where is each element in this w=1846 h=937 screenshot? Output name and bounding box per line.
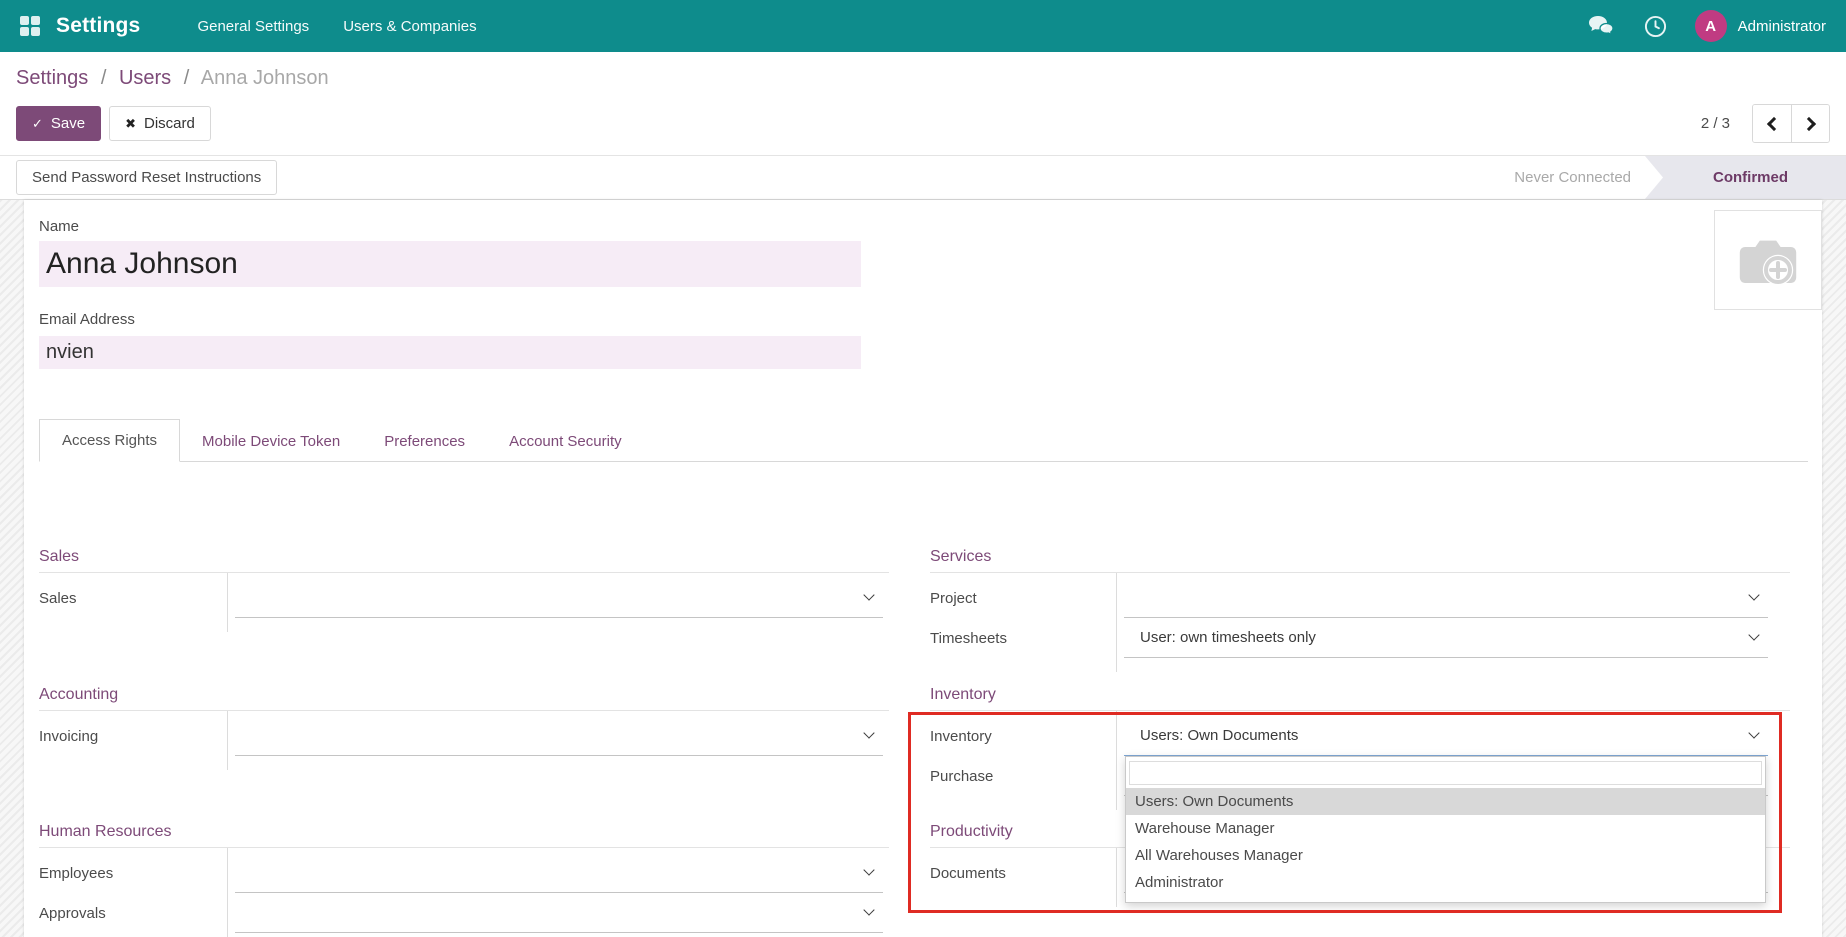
chevron-down-icon (863, 727, 874, 738)
chevron-down-icon (863, 864, 874, 875)
approvals-select[interactable] (235, 893, 883, 933)
camera-plus-icon (1735, 231, 1801, 289)
chevron-left-icon (1767, 116, 1781, 130)
form-sheet: Name Anna Johnson Email Address nvien Ac… (24, 200, 1822, 937)
inventory-select[interactable]: Users: Own Documents Users: Own Document… (1124, 716, 1768, 756)
dropdown-option-users-own-documents[interactable]: Users: Own Documents (1126, 788, 1765, 815)
activities-clock-icon[interactable] (1644, 15, 1667, 38)
x-icon: ✖ (125, 116, 136, 132)
section-sales: Sales Sales (39, 548, 889, 618)
user-menu[interactable]: A Administrator (1695, 10, 1826, 42)
name-input[interactable]: Anna Johnson (39, 241, 861, 287)
field-row: Invoicing (39, 716, 889, 756)
field-label-approvals: Approvals (39, 905, 227, 922)
dropdown-option-all-warehouses-manager[interactable]: All Warehouses Manager (1126, 842, 1765, 869)
field-label-inventory: Inventory (930, 728, 1116, 745)
project-select[interactable] (1124, 578, 1768, 618)
field-label-documents: Documents (930, 865, 1116, 882)
field-row: Project (930, 578, 1790, 618)
field-label-purchase: Purchase (930, 768, 1116, 785)
menu-item-users-companies[interactable]: Users & Companies (326, 2, 493, 51)
section-title-sales: Sales (39, 548, 889, 566)
field-row: Employees (39, 853, 889, 893)
menu-item-general-settings[interactable]: General Settings (180, 2, 326, 51)
user-name: Administrator (1738, 18, 1826, 35)
messages-icon[interactable] (1588, 15, 1614, 37)
section-human-resources: Human Resources Employees Approvals (39, 823, 889, 933)
dropdown-option-administrator[interactable]: Administrator (1126, 869, 1765, 896)
field-label-sales: Sales (39, 590, 227, 607)
section-title-accounting: Accounting (39, 686, 889, 704)
chevron-right-icon (1801, 116, 1815, 130)
chevron-down-icon (1748, 629, 1759, 640)
dropdown-option-warehouse-manager[interactable]: Warehouse Manager (1126, 815, 1765, 842)
discard-button[interactable]: ✖ Discard (109, 106, 211, 141)
invoicing-select[interactable] (235, 716, 883, 756)
inventory-dropdown: Users: Own Documents Warehouse Manager A… (1125, 756, 1766, 903)
control-panel: Settings / Users / Anna Johnson ✓ Save ✖… (0, 52, 1846, 155)
breadcrumb-link-users[interactable]: Users (119, 67, 171, 89)
email-label: Email Address (39, 311, 1808, 328)
sales-select[interactable] (235, 578, 883, 618)
app-title[interactable]: Settings (56, 14, 140, 38)
form-background: Name Anna Johnson Email Address nvien Ac… (0, 200, 1846, 937)
breadcrumb-separator: / (184, 67, 190, 89)
stage-never-connected[interactable]: Never Connected (1514, 156, 1645, 199)
apps-grid-icon[interactable] (20, 16, 40, 36)
field-row: Inventory Users: Own Documents Users (930, 716, 1790, 756)
field-label-timesheets: Timesheets (930, 630, 1116, 647)
save-button[interactable]: ✓ Save (16, 106, 101, 141)
section-accounting: Accounting Invoicing (39, 686, 889, 756)
tab-mobile-device-token[interactable]: Mobile Device Token (180, 421, 362, 462)
right-column: Services Project Timesheets User: own ti… (930, 548, 1790, 933)
chevron-down-icon (1748, 589, 1759, 600)
stage-confirmed[interactable]: Confirmed (1645, 156, 1846, 199)
tab-preferences[interactable]: Preferences (362, 421, 487, 462)
field-row: Approvals (39, 893, 889, 933)
field-label-project: Project (930, 590, 1116, 607)
pager-prev-button[interactable] (1753, 105, 1791, 142)
pager-count[interactable]: 2 / 3 (1701, 115, 1730, 132)
access-rights-content: Sales Sales Accounting (39, 548, 1808, 933)
left-column: Sales Sales Accounting (39, 548, 889, 933)
tab-access-rights[interactable]: Access Rights (39, 419, 180, 462)
field-row: Sales (39, 578, 889, 618)
section-inventory: Inventory Inventory Users: Own Documents (930, 686, 1790, 796)
send-password-reset-button[interactable]: Send Password Reset Instructions (16, 160, 277, 195)
section-title-services: Services (930, 548, 1790, 566)
statusbar: Never Connected Confirmed (1514, 156, 1846, 199)
section-title-inventory: Inventory (930, 686, 1790, 704)
dropdown-option-blank[interactable] (1129, 761, 1762, 785)
check-icon: ✓ (32, 116, 43, 132)
breadcrumb-link-settings[interactable]: Settings (16, 67, 88, 89)
breadcrumb: Settings / Users / Anna Johnson (16, 67, 1830, 90)
settings-user-form-page: Settings General Settings Users & Compan… (0, 0, 1846, 937)
pager: 2 / 3 (1701, 104, 1830, 143)
pager-next-button[interactable] (1791, 105, 1829, 142)
tab-account-security[interactable]: Account Security (487, 421, 644, 462)
action-status-row: Send Password Reset Instructions Never C… (0, 155, 1846, 200)
notebook-tabs: Access Rights Mobile Device Token Prefer… (39, 418, 1808, 462)
breadcrumb-separator: / (101, 67, 107, 89)
chevron-down-icon (863, 589, 874, 600)
employees-select[interactable] (235, 853, 883, 893)
avatar-upload-box[interactable] (1714, 210, 1822, 310)
top-navbar: Settings General Settings Users & Compan… (0, 0, 1846, 52)
breadcrumb-current: Anna Johnson (201, 67, 329, 89)
user-avatar[interactable]: A (1695, 10, 1727, 42)
section-title-human-resources: Human Resources (39, 823, 889, 841)
field-label-employees: Employees (39, 865, 227, 882)
field-label-invoicing: Invoicing (39, 728, 227, 745)
chevron-down-icon (1748, 727, 1759, 738)
email-input[interactable]: nvien (39, 336, 861, 369)
timesheets-select[interactable]: User: own timesheets only (1124, 618, 1768, 658)
section-services: Services Project Timesheets User: own ti… (930, 548, 1790, 658)
chevron-down-icon (863, 904, 874, 915)
name-label: Name (39, 218, 1808, 235)
field-row: Timesheets User: own timesheets only (930, 618, 1790, 658)
